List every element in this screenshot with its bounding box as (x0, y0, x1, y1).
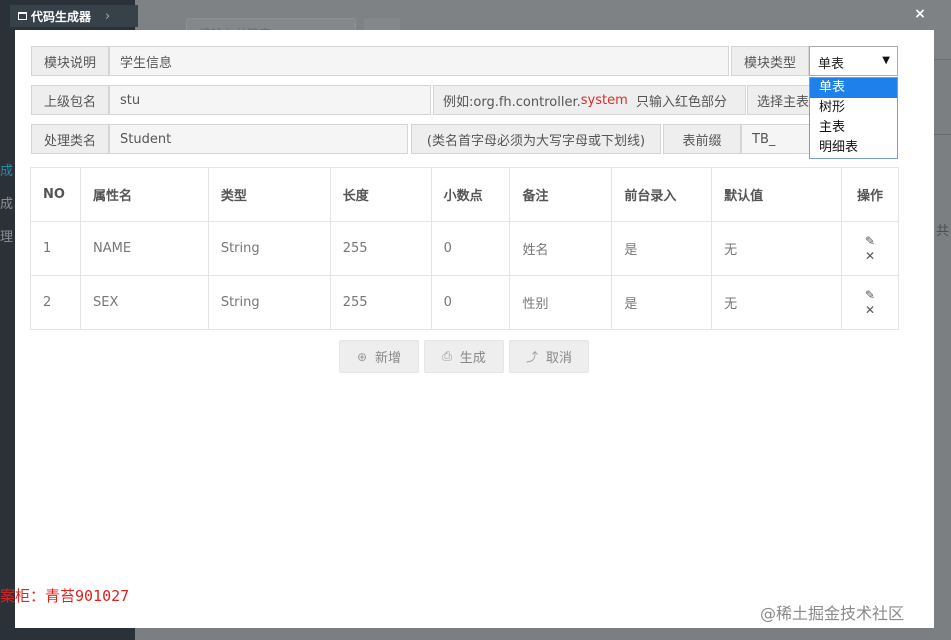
cell-type: String (207, 221, 331, 276)
cell-attr-name: NAME (79, 221, 209, 276)
cell-remark: 性别 (509, 275, 613, 330)
module-type-select[interactable]: 单表 ▼ (809, 46, 898, 76)
module-type-label: 模块类型 (731, 46, 809, 76)
cell-default: 无 (711, 221, 842, 276)
cancel-button[interactable]: ⤴ 取消 (509, 340, 589, 373)
print-icon: ⎙ (442, 349, 452, 363)
cell-no: 1 (30, 221, 81, 276)
parent-package-label: 上级包名 (31, 85, 109, 115)
cell-type: String (207, 275, 331, 330)
add-button[interactable]: ⊕ 新增 (339, 340, 419, 373)
module-type-option-tree[interactable]: 树形 (810, 98, 897, 118)
header-attr-name: 属性名 (79, 167, 209, 222)
background-divider (934, 134, 951, 135)
package-hint-suffix: 只输入红色部分 (636, 94, 728, 110)
cell-remark: 姓名 (509, 221, 613, 276)
dialog-title-tab[interactable]: 代码生成器 › (10, 5, 138, 27)
header-type: 类型 (207, 167, 331, 222)
edit-icon[interactable]: ✎ (863, 234, 877, 248)
class-name-hint: (类名首字母必须为大写字母或下划线) (411, 124, 661, 154)
plus-circle-icon: ⊕ (356, 349, 368, 364)
dialog-title: 代码生成器 (31, 9, 92, 24)
class-name-label: 处理类名 (31, 124, 109, 154)
generate-button[interactable]: ⎙ 生成 (424, 340, 504, 373)
cell-no: 2 (30, 275, 81, 330)
table-row: 2 SEX String 255 0 性别 是 无 ✎ ✕ (30, 275, 900, 330)
module-type-selected: 单表 (818, 57, 845, 72)
table-row: 1 NAME String 255 0 姓名 是 无 ✎ ✕ (30, 221, 900, 276)
header-no: NO (30, 167, 81, 222)
cell-length: 255 (329, 221, 432, 276)
delete-icon[interactable]: ✕ (863, 303, 877, 317)
background-total-text: 共 (936, 224, 950, 239)
fields-table: NO 属性名 类型 长度 小数点 备注 前台录入 默认值 操作 1 NAME S… (30, 167, 900, 330)
caret-down-icon: ▼ (882, 55, 890, 66)
chevron-right-icon: › (105, 8, 111, 24)
cell-decimal: 0 (430, 221, 511, 276)
cell-frontend-input: 是 (611, 275, 713, 330)
table-header-row: NO 属性名 类型 长度 小数点 备注 前台录入 默认值 操作 (30, 167, 900, 222)
edit-icon[interactable]: ✎ (863, 288, 877, 302)
generate-button-label: 生成 (459, 351, 486, 366)
watermark-left: 案柜：青苔901027 (0, 587, 130, 605)
module-type-option-single[interactable]: 单表 (810, 78, 897, 98)
package-hint-prefix: 例如:org.fh.controller. (443, 94, 581, 110)
undo-icon: ⤴ (525, 350, 538, 364)
header-default: 默认值 (711, 167, 842, 222)
cell-frontend-input: 是 (611, 221, 713, 276)
cell-length: 255 (329, 275, 432, 330)
watermark-right: @稀土掘金技术社区 (760, 604, 905, 623)
module-desc-input[interactable]: 学生信息 (109, 46, 729, 76)
header-decimal: 小数点 (430, 167, 511, 222)
cell-decimal: 0 (430, 275, 511, 330)
cell-actions: ✎ ✕ (840, 275, 900, 330)
cancel-button-label: 取消 (546, 351, 573, 366)
cell-actions: ✎ ✕ (840, 221, 900, 276)
select-main-table-button[interactable]: 选择主表 (747, 85, 811, 115)
header-frontend-input: 前台录入 (611, 167, 713, 222)
close-icon[interactable]: × (912, 6, 928, 22)
package-hint-red: system (580, 92, 628, 108)
module-type-dropdown: 单表 树形 主表 明细表 (809, 77, 898, 159)
module-type-option-detail[interactable]: 明细表 (810, 138, 897, 158)
add-button-label: 新增 (375, 351, 402, 366)
class-name-input[interactable]: Student (109, 124, 408, 154)
cell-default: 无 (711, 275, 842, 330)
parent-package-input[interactable]: stu (109, 85, 431, 115)
package-hint: 例如:org.fh.controller. system 只输入红色部分 (433, 85, 746, 115)
table-prefix-input[interactable]: TB_ (741, 124, 811, 154)
module-type-option-master[interactable]: 主表 (810, 118, 897, 138)
delete-icon[interactable]: ✕ (863, 249, 877, 263)
table-prefix-label: 表前缀 (663, 124, 741, 154)
header-length: 长度 (329, 167, 432, 222)
cell-attr-name: SEX (79, 275, 209, 330)
module-desc-label: 模块说明 (31, 46, 109, 76)
window-icon (18, 12, 27, 20)
header-remark: 备注 (509, 167, 613, 222)
header-actions: 操作 (840, 167, 900, 222)
